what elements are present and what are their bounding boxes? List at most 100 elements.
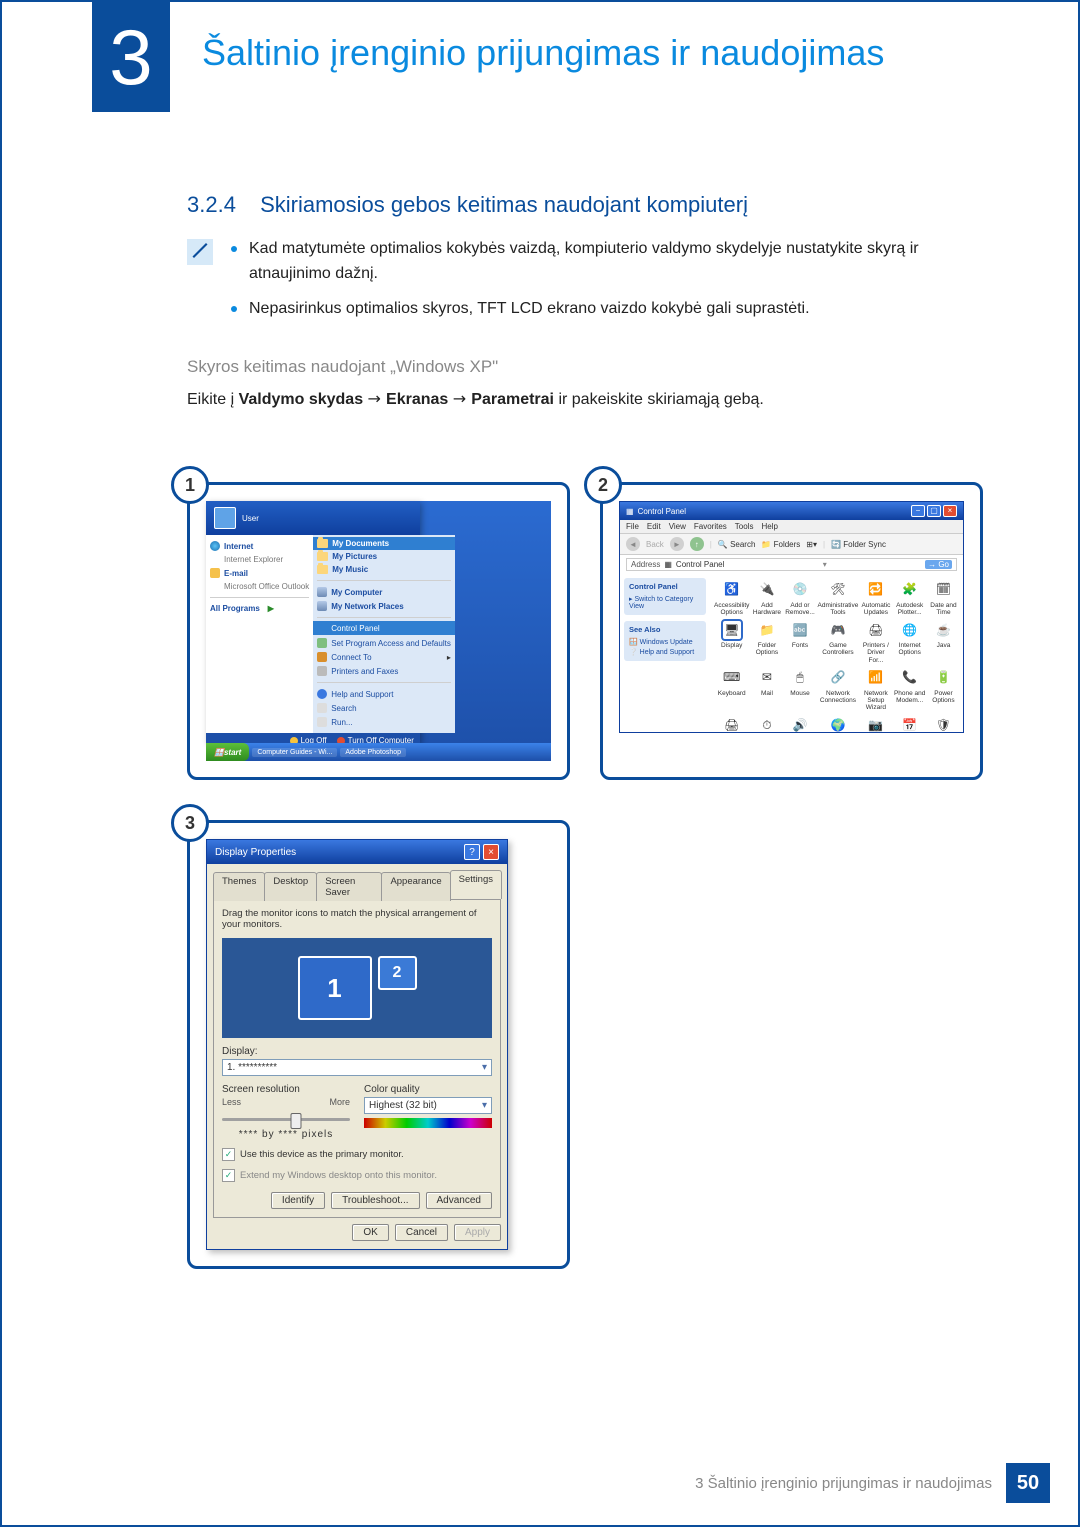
- address-bar[interactable]: Address ▦ Control Panel ▾ → Go: [626, 558, 957, 571]
- minimize-button[interactable]: −: [911, 505, 925, 517]
- sm-email[interactable]: E-mail: [210, 566, 309, 580]
- menu-file[interactable]: File: [626, 522, 639, 531]
- taskbar-item[interactable]: Computer Guides - Wi...: [252, 748, 337, 757]
- menu-favorites[interactable]: Favorites: [694, 522, 727, 531]
- up-button[interactable]: ↑: [690, 537, 704, 551]
- figure-number: 3: [171, 804, 209, 842]
- chevron-down-icon[interactable]: ▾: [823, 560, 827, 569]
- search-button[interactable]: 🔍 Search: [718, 540, 756, 549]
- switch-category-link[interactable]: ▸ Switch to Category View: [629, 594, 701, 611]
- cp-applet[interactable]: ♿Accessibility Options: [714, 580, 749, 616]
- monitor-1[interactable]: 1: [298, 956, 372, 1020]
- cp-applet[interactable]: 📞Phone and Modem...: [893, 668, 926, 711]
- cp-applet[interactable]: 📁Folder Options: [751, 620, 782, 663]
- cp-applet[interactable]: ⌨Keyboard: [714, 668, 749, 711]
- cp-applet[interactable]: 📶Network Setup Wizard: [860, 668, 891, 711]
- cp-applet[interactable]: 📷Scanners and Cameras: [860, 715, 891, 733]
- close-button[interactable]: ×: [943, 505, 957, 517]
- cp-applet[interactable]: 🌍Regional and Language...: [818, 715, 859, 733]
- help-support-link[interactable]: ❔ Help and Support: [629, 647, 701, 657]
- sm-search[interactable]: Search: [317, 701, 451, 715]
- tab-strip: Themes Desktop Screen Saver Appearance S…: [207, 864, 507, 899]
- tab-themes[interactable]: Themes: [213, 872, 265, 901]
- toolbar: ◄ Back ► ↑ | 🔍 Search 📁 Folders ⊞▾ | 🔄 F…: [620, 534, 963, 555]
- sm-setprogram[interactable]: Set Program Access and Defaults: [317, 636, 451, 650]
- cp-applet[interactable]: 🛡Security Center: [928, 715, 959, 733]
- sm-mypics[interactable]: My Pictures: [317, 550, 451, 563]
- sm-allprograms[interactable]: All Programs▶: [210, 602, 309, 615]
- menu-view[interactable]: View: [669, 522, 686, 531]
- cp-applet[interactable]: ✉Mail: [751, 668, 782, 711]
- monitor-2[interactable]: 2: [378, 956, 417, 990]
- folders-button[interactable]: 📁 Folders: [761, 540, 800, 549]
- maximize-button[interactable]: ▢: [927, 505, 941, 517]
- go-button[interactable]: → Go: [925, 560, 952, 569]
- extend-checkbox[interactable]: ✓Extend my Windows desktop onto this mon…: [222, 1169, 492, 1182]
- cp-applet[interactable]: 🔁Automatic Updates: [860, 580, 891, 616]
- cp-applet[interactable]: 📅Scheduled Tasks: [893, 715, 926, 733]
- cp-applet[interactable]: 🖨Printers / Driver For...: [860, 620, 891, 663]
- menu-tools[interactable]: Tools: [735, 522, 754, 531]
- cp-applet[interactable]: 🔗Network Connections: [818, 668, 859, 711]
- forward-button[interactable]: ►: [670, 537, 684, 551]
- cancel-button[interactable]: Cancel: [395, 1224, 448, 1241]
- chapter-title: Šaltinio įrenginio prijungimas ir naudoj…: [202, 32, 884, 74]
- cp-applet[interactable]: 💿Add or Remove...: [784, 580, 815, 616]
- cp-applet[interactable]: 🌐Internet Options: [893, 620, 926, 663]
- note-block: Kad matytumėte optimalios kokybės vaizdą…: [187, 237, 983, 331]
- sub-heading: Skyros keitimas naudojant „Windows XP": [187, 357, 498, 377]
- tab-screensaver[interactable]: Screen Saver: [316, 872, 382, 901]
- sm-mycomputer[interactable]: My Computer: [317, 585, 451, 599]
- taskbar-item[interactable]: Adobe Photoshop: [340, 748, 406, 757]
- cp-applet[interactable]: 🛠Administrative Tools: [818, 580, 859, 616]
- sm-run[interactable]: Run...: [317, 715, 451, 729]
- cp-applet[interactable]: 🔤Fonts: [784, 620, 815, 663]
- cp-applet[interactable]: 🔌Add Hardware: [751, 580, 782, 616]
- resolution-slider[interactable]: [222, 1111, 350, 1127]
- sm-internet[interactable]: Internet: [210, 539, 309, 553]
- sm-mydocs[interactable]: My Documents: [313, 537, 455, 550]
- primary-checkbox[interactable]: ✓Use this device as the primary monitor.: [222, 1148, 492, 1161]
- chapter-badge: 3: [92, 2, 170, 112]
- ie-icon: [210, 541, 220, 551]
- tab-settings[interactable]: Settings: [450, 870, 502, 899]
- monitor-arrangement[interactable]: 1 2: [222, 938, 492, 1038]
- cp-applet[interactable]: 🗓Date and Time: [928, 580, 959, 616]
- start-button[interactable]: 🪟 start: [206, 743, 249, 761]
- display-select[interactable]: 1. ********** ▾: [222, 1059, 492, 1076]
- advanced-button[interactable]: Advanced: [426, 1192, 492, 1209]
- tab-appearance[interactable]: Appearance: [381, 872, 450, 901]
- foldersync-button[interactable]: 🔄 Folder Sync: [831, 540, 886, 549]
- close-button[interactable]: ×: [483, 844, 499, 860]
- cp-applet[interactable]: 🎮Game Controllers: [818, 620, 859, 663]
- sm-mymusic[interactable]: My Music: [317, 563, 451, 576]
- sm-help[interactable]: Help and Support: [317, 687, 451, 701]
- cp-applet[interactable]: ⏱QuickTime: [751, 715, 782, 733]
- cp-applet[interactable]: 🔋Power Options: [928, 668, 959, 711]
- sm-controlpanel-highlighted[interactable]: Control Panel: [313, 621, 455, 635]
- windows-update-link[interactable]: 🪟 Windows Update: [629, 637, 701, 647]
- cp-applet[interactable]: 🖥Display: [714, 620, 749, 663]
- cp-applet[interactable]: 🖱Mouse: [784, 668, 815, 711]
- help-button[interactable]: ?: [464, 844, 480, 860]
- tab-desktop[interactable]: Desktop: [264, 872, 317, 901]
- cp-applet[interactable]: 🖨Printers and Faxes: [714, 715, 749, 733]
- color-select[interactable]: Highest (32 bit) ▾: [364, 1097, 492, 1114]
- menu-help[interactable]: Help: [761, 522, 777, 531]
- menu-edit[interactable]: Edit: [647, 522, 661, 531]
- sm-mynetwork[interactable]: My Network Places: [317, 599, 451, 613]
- sm-printers[interactable]: Printers and Faxes: [317, 664, 451, 678]
- apply-button[interactable]: Apply: [454, 1224, 501, 1241]
- troubleshoot-button[interactable]: Troubleshoot...: [331, 1192, 419, 1209]
- dialog-titlebar: Display Properties ? ×: [207, 840, 507, 864]
- views-button[interactable]: ⊞▾: [806, 540, 817, 549]
- cp-applet[interactable]: ☕Java: [928, 620, 959, 663]
- cp-applet[interactable]: 🔊Realtek HD Sound Eff...: [784, 715, 815, 733]
- figure-number: 1: [171, 466, 209, 504]
- control-panel-icon: ▦: [664, 560, 672, 569]
- ok-button[interactable]: OK: [352, 1224, 388, 1241]
- back-button[interactable]: ◄: [626, 537, 640, 551]
- cp-applet[interactable]: 🧩Autodesk Plotter...: [893, 580, 926, 616]
- identify-button[interactable]: Identify: [271, 1192, 325, 1209]
- sm-connectto[interactable]: Connect To▸: [317, 650, 451, 664]
